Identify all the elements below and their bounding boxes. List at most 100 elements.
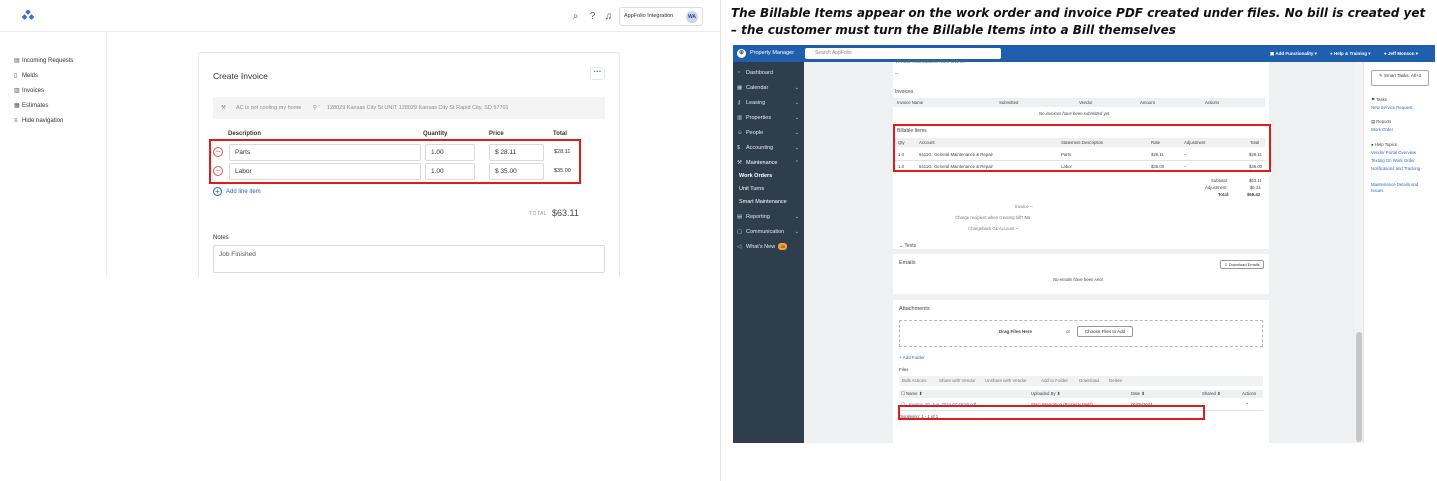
nav-melds[interactable]: ▯ Melds bbox=[14, 71, 38, 81]
col-quantity: Quantity bbox=[423, 131, 448, 137]
card-title: Create Invoice bbox=[213, 71, 268, 81]
files-label: Files bbox=[899, 367, 909, 372]
file-col: Shared ⬍ bbox=[1202, 391, 1221, 396]
emails-title: Emails bbox=[899, 260, 916, 266]
chevron-down-icon: ⌄ bbox=[794, 214, 799, 220]
integration-label: AppFolio Integration bbox=[624, 13, 674, 19]
inv-col: Submitted bbox=[999, 100, 1019, 105]
af-nav-accounting[interactable]: $ Accounting ⌄ bbox=[737, 143, 801, 153]
total-label: TOTAL bbox=[529, 211, 548, 217]
panel-divider bbox=[720, 0, 721, 481]
file-actions-menu[interactable]: ⌄ bbox=[1245, 400, 1249, 406]
main-scrollbar[interactable] bbox=[1355, 62, 1363, 443]
detail-value: -- bbox=[1015, 226, 1019, 231]
af-sub-work-orders[interactable]: Work Orders bbox=[739, 171, 772, 181]
work-order-report-link[interactable]: Work Order bbox=[1371, 127, 1393, 132]
search-icon[interactable]: ⌕ bbox=[570, 11, 581, 22]
af-nav-maintenance[interactable]: ⚒ Maintenance ⌃ bbox=[737, 158, 801, 168]
bell-icon[interactable]: ♫ bbox=[603, 11, 614, 22]
af-nav-calendar[interactable]: ▦ Calendar ⌄ bbox=[737, 83, 801, 93]
subtotal-value: $63.11 bbox=[1249, 178, 1262, 183]
help-icon[interactable]: ? bbox=[587, 11, 598, 22]
user-label: Jeff Monson bbox=[1387, 51, 1415, 56]
file-icon: ▯ bbox=[14, 73, 18, 79]
af-nav-dashboard[interactable]: ◔ Dashboard bbox=[737, 68, 801, 78]
smart-tasks-button[interactable]: ✎ Smart Tasks: All+3 bbox=[1371, 70, 1429, 86]
nav-label: Estimates bbox=[22, 103, 49, 109]
adjustment-value: $6.31 bbox=[1250, 185, 1261, 190]
help-training-menu[interactable]: ● Help & Training ▾ bbox=[1330, 48, 1371, 59]
integration-menu-button[interactable]: AppFolio Integration WA bbox=[619, 7, 703, 26]
avatar[interactable]: WA bbox=[686, 11, 698, 23]
af-nav-reporting[interactable]: ▤ Reporting ⌄ bbox=[737, 212, 801, 222]
tab-download[interactable]: Download bbox=[1079, 378, 1099, 383]
meld-summary: ⚒ AC is not cooling my home ⚲ 128029 Kansa… bbox=[213, 97, 605, 119]
invoices-empty: No invoices have been submitted yet. bbox=[1039, 111, 1111, 116]
add-line-item-button[interactable]: + Add line item bbox=[213, 187, 261, 196]
nav-label: People bbox=[746, 130, 764, 136]
new-service-request-link[interactable]: New Service Request bbox=[1371, 105, 1412, 110]
chevron-down-icon: ⌄ bbox=[794, 229, 799, 235]
detail-value: No bbox=[1024, 215, 1031, 220]
add-functionality-menu[interactable]: ▣ Add Functionality ▾ bbox=[1270, 48, 1317, 59]
more-options-button[interactable]: ··· bbox=[590, 67, 605, 80]
col-description: Description bbox=[228, 131, 262, 137]
inbox-icon: ▤ bbox=[14, 58, 20, 64]
col-shared: Shared bbox=[1202, 391, 1216, 396]
tab-add-folder[interactable]: Add to Folder bbox=[1041, 378, 1068, 383]
meld-logo-icon[interactable] bbox=[22, 10, 34, 22]
download-emails-label: Download Emails bbox=[1228, 262, 1260, 267]
detail-label-text: Chargeback GL Account bbox=[968, 226, 1015, 231]
col-name: Name bbox=[906, 391, 918, 396]
choose-files-button[interactable]: Choose Files to Add bbox=[1077, 326, 1133, 337]
meld-sidebar: ▤ Incoming Requests ▯ Melds ▥ Invoices ▦ Est… bbox=[0, 32, 107, 277]
af-nav-communication[interactable]: ▢ Communication ⌄ bbox=[737, 227, 801, 237]
nav-label: Incoming Requests bbox=[22, 58, 74, 64]
help-link[interactable]: Maintenance Details and Issues bbox=[1371, 182, 1431, 194]
building-icon: ▥ bbox=[737, 115, 743, 121]
megaphone-icon: ◁ bbox=[737, 244, 742, 250]
nav-label: Melds bbox=[22, 73, 39, 79]
col-date: Date bbox=[1131, 391, 1141, 396]
appfolio-sidebar: ◔ Dashboard ▦ Calendar ⌄ ⚷ Leasing ⌄ ▥ Propert… bbox=[733, 62, 804, 443]
appfolio-logo-icon: ⊕ bbox=[737, 49, 746, 58]
scroll-thumb[interactable] bbox=[1356, 332, 1362, 442]
nav-hide-navigation[interactable]: ≡ Hide navigation bbox=[14, 116, 63, 126]
help-link[interactable]: Texting On Work Order bbox=[1371, 158, 1415, 163]
detail-label-text: Charge recipient when creating bill? bbox=[955, 215, 1024, 220]
screenshot-root: ⌕ ? ♫ AppFolio Integration WA ▤ Incoming … bbox=[0, 0, 1437, 481]
nav-invoices[interactable]: ▥ Invoices bbox=[14, 86, 44, 96]
af-sub-smart-maintenance[interactable]: Smart Maintenance bbox=[739, 197, 787, 207]
nav-incoming-requests[interactable]: ▤ Incoming Requests bbox=[14, 56, 73, 66]
download-emails-button[interactable]: ⇩ Download Emails bbox=[1220, 260, 1264, 269]
help-link[interactable]: Notifications and Tracking bbox=[1371, 166, 1431, 172]
invoices-title: Invoices bbox=[895, 89, 914, 95]
nav-label: Dashboard bbox=[746, 70, 773, 76]
user-menu[interactable]: ● Jeff Monson ▾ bbox=[1384, 48, 1418, 59]
attachments-panel: Attachments Drag Files Here or Choose Fi… bbox=[893, 300, 1269, 443]
tab-delete[interactable]: Delete bbox=[1109, 378, 1122, 383]
af-nav-whats-new[interactable]: ◁ What's New 29 bbox=[737, 242, 801, 252]
appfolio-topbar: ⊕ Property Manager Search AppFolio ▣ Add … bbox=[733, 45, 1435, 62]
people-icon: ☺ bbox=[737, 130, 743, 136]
af-nav-people[interactable]: ☺ People ⌄ bbox=[737, 128, 801, 138]
inv-col: Vendor bbox=[1079, 100, 1093, 105]
emails-panel: Emails ⇩ Download Emails No emails have … bbox=[893, 254, 1269, 294]
notes-textarea[interactable]: Job Finished bbox=[213, 245, 605, 273]
add-folder-link[interactable]: + Add Folder bbox=[899, 355, 925, 360]
tab-bulk-actions[interactable]: Bulk Actions bbox=[902, 378, 927, 383]
nav-estimates[interactable]: ▦ Estimates bbox=[14, 101, 48, 111]
af-nav-leasing[interactable]: ⚷ Leasing ⌄ bbox=[737, 98, 801, 108]
file-col: Uploaded By ⬍ bbox=[1031, 391, 1061, 396]
col-price: Price bbox=[489, 131, 504, 137]
af-nav-properties[interactable]: ▥ Properties ⌄ bbox=[737, 113, 801, 123]
af-sub-unit-turns[interactable]: Unit Turns bbox=[739, 184, 764, 194]
nav-label: Leasing bbox=[746, 100, 766, 106]
tab-share-vendor[interactable]: Share with Vendor bbox=[939, 378, 976, 383]
meld-title: AC is not cooling my home bbox=[235, 105, 302, 111]
help-link[interactable]: Vendor Portal Overview bbox=[1371, 150, 1416, 155]
appfolio-brand[interactable]: ⊕ Property Manager bbox=[737, 48, 794, 59]
tab-unshare-vendor[interactable]: Unshare with Vendor bbox=[985, 378, 1027, 383]
inv-col: Amount bbox=[1140, 100, 1155, 105]
appfolio-search-input[interactable]: Search AppFolio bbox=[805, 48, 1001, 59]
